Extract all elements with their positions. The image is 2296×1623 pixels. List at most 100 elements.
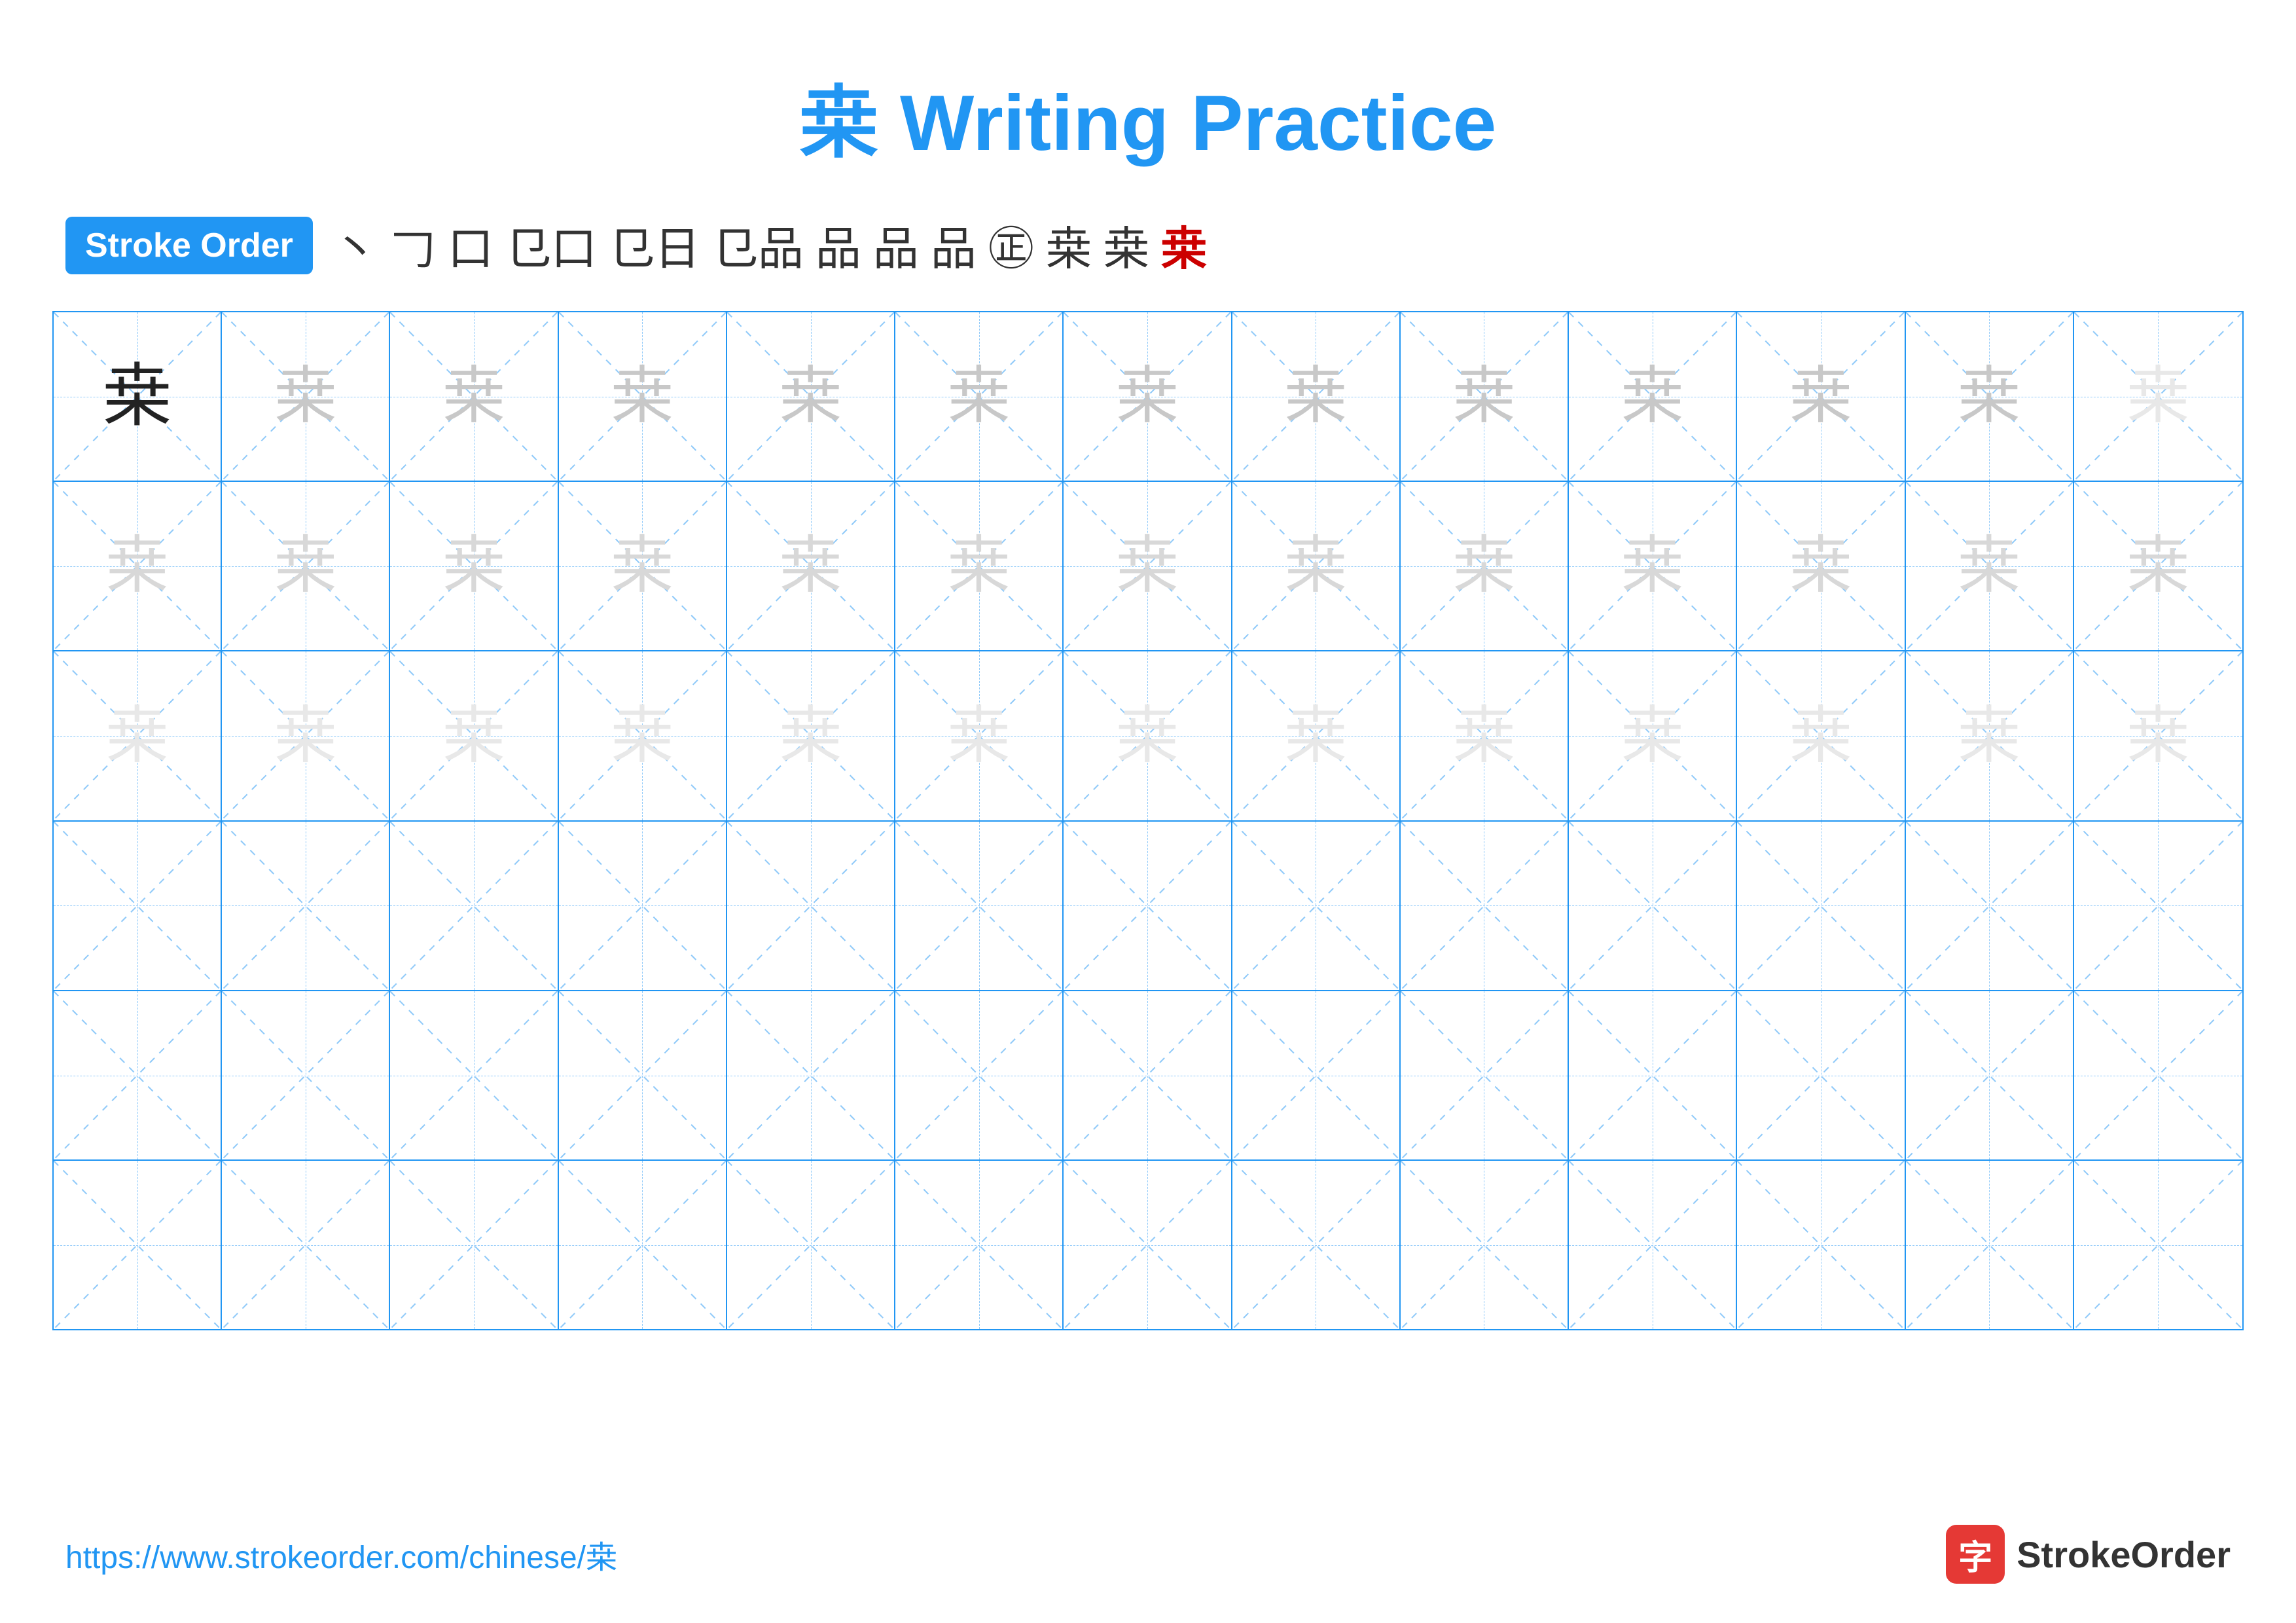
cell-3-9[interactable]: 桒 <box>1401 651 1569 820</box>
cell-3-7[interactable]: 桒 <box>1064 651 1232 820</box>
cell-2-5[interactable]: 桒 <box>727 482 895 650</box>
cell-3-2[interactable]: 桒 <box>222 651 390 820</box>
cell-2-8[interactable]: 桒 <box>1232 482 1401 650</box>
stroke-2: 𠃌 <box>390 212 436 278</box>
cell-3-3[interactable]: 桒 <box>390 651 558 820</box>
cell-4-10[interactable] <box>1569 822 1737 990</box>
cell-2-7[interactable]: 桒 <box>1064 482 1232 650</box>
cell-3-13[interactable]: 桒 <box>2074 651 2242 820</box>
cell-2-4[interactable]: 桒 <box>559 482 727 650</box>
page-title: 桒 Writing Practice <box>800 79 1497 167</box>
cell-4-5[interactable] <box>727 822 895 990</box>
practice-grid: 桒 桒 桒 桒 桒 桒 桒 桒 <box>52 311 2244 1330</box>
cell-6-4[interactable] <box>559 1161 727 1329</box>
stroke-chars: 丶 𠃌 口 㔾口 㔾日 㔾品 品 品 品 ㊣ 桒 桒 桒 <box>332 212 1207 278</box>
cell-4-6[interactable] <box>895 822 1064 990</box>
cell-4-13[interactable] <box>2074 822 2242 990</box>
grid-row-2: 桒 桒 桒 桒 桒 桒 桒 桒 <box>54 482 2242 651</box>
cell-4-1[interactable] <box>54 822 222 990</box>
stroke-9: 品 <box>931 212 977 278</box>
cell-3-12[interactable]: 桒 <box>1906 651 2074 820</box>
cell-5-9[interactable] <box>1401 991 1569 1159</box>
cell-6-9[interactable] <box>1401 1161 1569 1329</box>
cell-4-8[interactable] <box>1232 822 1401 990</box>
stroke-6: 㔾品 <box>712 212 804 278</box>
cell-2-1[interactable]: 桒 <box>54 482 222 650</box>
cell-5-2[interactable] <box>222 991 390 1159</box>
cell-6-1[interactable] <box>54 1161 222 1329</box>
cell-5-8[interactable] <box>1232 991 1401 1159</box>
cell-1-9[interactable]: 桒 <box>1401 312 1569 481</box>
cell-3-6[interactable]: 桒 <box>895 651 1064 820</box>
cell-2-3[interactable]: 桒 <box>390 482 558 650</box>
cell-6-2[interactable] <box>222 1161 390 1329</box>
cell-3-8[interactable]: 桒 <box>1232 651 1401 820</box>
cell-5-6[interactable] <box>895 991 1064 1159</box>
cell-3-1[interactable]: 桒 <box>54 651 222 820</box>
cell-2-10[interactable]: 桒 <box>1569 482 1737 650</box>
cell-1-7[interactable]: 桒 <box>1064 312 1232 481</box>
cell-5-12[interactable] <box>1906 991 2074 1159</box>
footer: https://www.strokeorder.com/chinese/桒 字 … <box>65 1525 2231 1584</box>
cell-3-11[interactable]: 桒 <box>1737 651 1905 820</box>
cell-6-10[interactable] <box>1569 1161 1737 1329</box>
cell-6-3[interactable] <box>390 1161 558 1329</box>
grid-row-3: 桒 桒 桒 桒 桒 桒 桒 桒 <box>54 651 2242 821</box>
cell-5-10[interactable] <box>1569 991 1737 1159</box>
cell-1-2[interactable]: 桒 <box>222 312 390 481</box>
stroke-8: 品 <box>873 212 919 278</box>
cell-6-13[interactable] <box>2074 1161 2242 1329</box>
cell-4-11[interactable] <box>1737 822 1905 990</box>
cell-6-6[interactable] <box>895 1161 1064 1329</box>
cell-4-12[interactable] <box>1906 822 2074 990</box>
stroke-12: 桒 <box>1103 212 1149 278</box>
cell-1-11[interactable]: 桒 <box>1737 312 1905 481</box>
cell-2-11[interactable]: 桒 <box>1737 482 1905 650</box>
cell-5-11[interactable] <box>1737 991 1905 1159</box>
cell-5-3[interactable] <box>390 991 558 1159</box>
cell-1-12[interactable]: 桒 <box>1906 312 2074 481</box>
cell-1-8[interactable]: 桒 <box>1232 312 1401 481</box>
cell-4-4[interactable] <box>559 822 727 990</box>
cell-6-12[interactable] <box>1906 1161 2074 1329</box>
cell-5-4[interactable] <box>559 991 727 1159</box>
cell-1-13[interactable]: 桒 <box>2074 312 2242 481</box>
char-display: 桒 <box>103 362 171 431</box>
cell-4-9[interactable] <box>1401 822 1569 990</box>
cell-2-12[interactable]: 桒 <box>1906 482 2074 650</box>
cell-5-7[interactable] <box>1064 991 1232 1159</box>
stroke-7: 品 <box>816 212 861 278</box>
cell-6-5[interactable] <box>727 1161 895 1329</box>
cell-4-2[interactable] <box>222 822 390 990</box>
cell-6-7[interactable] <box>1064 1161 1232 1329</box>
logo-text: StrokeOrder <box>2017 1533 2231 1576</box>
cell-1-1[interactable]: 桒 <box>54 312 222 481</box>
cell-1-4[interactable]: 桒 <box>559 312 727 481</box>
cell-1-5[interactable]: 桒 <box>727 312 895 481</box>
cell-1-6[interactable]: 桒 <box>895 312 1064 481</box>
stroke-10: ㊣ <box>988 212 1034 278</box>
cell-2-13[interactable]: 桒 <box>2074 482 2242 650</box>
stroke-1: 丶 <box>332 212 378 278</box>
cell-6-8[interactable] <box>1232 1161 1401 1329</box>
stroke-5: 㔾日 <box>609 212 700 278</box>
cell-5-5[interactable] <box>727 991 895 1159</box>
stroke-13-final: 桒 <box>1161 212 1207 278</box>
stroke-11: 桒 <box>1046 212 1092 278</box>
cell-4-7[interactable] <box>1064 822 1232 990</box>
cell-5-1[interactable] <box>54 991 222 1159</box>
cell-2-2[interactable]: 桒 <box>222 482 390 650</box>
stroke-3: 口 <box>448 212 493 278</box>
cell-6-11[interactable] <box>1737 1161 1905 1329</box>
cell-1-3[interactable]: 桒 <box>390 312 558 481</box>
cell-2-9[interactable]: 桒 <box>1401 482 1569 650</box>
cell-3-5[interactable]: 桒 <box>727 651 895 820</box>
cell-3-4[interactable]: 桒 <box>559 651 727 820</box>
cell-2-6[interactable]: 桒 <box>895 482 1064 650</box>
cell-4-3[interactable] <box>390 822 558 990</box>
stroke-order-badge: Stroke Order <box>65 217 313 274</box>
cell-1-10[interactable]: 桒 <box>1569 312 1737 481</box>
cell-5-13[interactable] <box>2074 991 2242 1159</box>
grid-row-5 <box>54 991 2242 1161</box>
cell-3-10[interactable]: 桒 <box>1569 651 1737 820</box>
